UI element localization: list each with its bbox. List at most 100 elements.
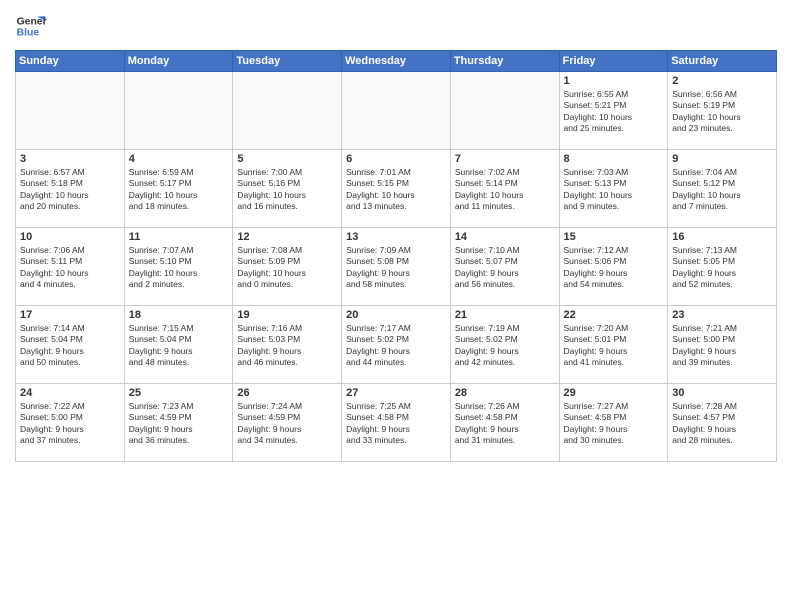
header-cell-saturday: Saturday — [668, 51, 777, 72]
header-cell-tuesday: Tuesday — [233, 51, 342, 72]
day-cell — [450, 72, 559, 150]
day-number: 21 — [455, 309, 555, 321]
day-cell: 20Sunrise: 7:17 AM Sunset: 5:02 PM Dayli… — [342, 306, 451, 384]
day-cell — [16, 72, 125, 150]
day-number: 29 — [564, 387, 664, 399]
day-cell: 19Sunrise: 7:16 AM Sunset: 5:03 PM Dayli… — [233, 306, 342, 384]
day-cell: 28 Sunrise: 7:26 AM Sunset: 4:58 PM Dayli… — [450, 384, 559, 462]
day-info: Sunrise: 7:17 AM Sunset: 5:02 PM Dayligh… — [346, 323, 446, 369]
day-cell — [124, 72, 233, 150]
day-info: Sunrise: 6:59 AM Sunset: 5:17 PM Dayligh… — [129, 167, 229, 213]
day-cell — [342, 72, 451, 150]
day-cell: 15Sunrise: 7:12 AM Sunset: 5:06 PM Dayli… — [559, 228, 668, 306]
day-cell: 21Sunrise: 7:19 AM Sunset: 5:02 PM Dayli… — [450, 306, 559, 384]
day-info: Sunrise: 7:20 AM Sunset: 5:01 PM Dayligh… — [564, 323, 664, 369]
day-info: Sunrise: 7:02 AM Sunset: 5:14 PM Dayligh… — [455, 167, 555, 213]
week-row-1: 1Sunrise: 6:55 AM Sunset: 5:21 PM Daylig… — [16, 72, 777, 150]
day-number: 14 — [455, 231, 555, 243]
day-number: 5 — [237, 153, 337, 165]
header-row: SundayMondayTuesdayWednesdayThursdayFrid… — [16, 51, 777, 72]
day-cell: 12 Sunrise: 7:08 AM Sunset: 5:09 PM Dayli… — [233, 228, 342, 306]
day-info: Sunrise: 7:07 AM Sunset: 5:10 PM Dayligh… — [129, 245, 229, 291]
week-row-5: 24 Sunrise: 7:22 AM Sunset: 5:00 PM Dayli… — [16, 384, 777, 462]
day-cell: 7 Sunrise: 7:02 AM Sunset: 5:14 PM Daylig… — [450, 150, 559, 228]
day-info: Sunrise: 7:03 AM Sunset: 5:13 PM Dayligh… — [564, 167, 664, 213]
day-number: 9 — [672, 153, 772, 165]
header: General Blue — [15, 10, 777, 42]
header-cell-wednesday: Wednesday — [342, 51, 451, 72]
day-number: 19 — [237, 309, 337, 321]
day-info: Sunrise: 7:06 AM Sunset: 5:11 PM Dayligh… — [20, 245, 120, 291]
day-number: 16 — [672, 231, 772, 243]
day-info: Sunrise: 6:57 AM Sunset: 5:18 PM Dayligh… — [20, 167, 120, 213]
day-cell: 30 Sunrise: 7:28 AM Sunset: 4:57 PM Dayli… — [668, 384, 777, 462]
day-number: 11 — [129, 231, 229, 243]
day-cell: 25 Sunrise: 7:23 AM Sunset: 4:59 PM Dayli… — [124, 384, 233, 462]
day-number: 3 — [20, 153, 120, 165]
day-number: 12 — [237, 231, 337, 243]
day-cell: 24 Sunrise: 7:22 AM Sunset: 5:00 PM Dayli… — [16, 384, 125, 462]
day-number: 6 — [346, 153, 446, 165]
day-info: Sunrise: 7:12 AM Sunset: 5:06 PM Dayligh… — [564, 245, 664, 291]
header-cell-thursday: Thursday — [450, 51, 559, 72]
day-info: Sunrise: 7:04 AM Sunset: 5:12 PM Dayligh… — [672, 167, 772, 213]
day-cell: 17 Sunrise: 7:14 AM Sunset: 5:04 PM Dayli… — [16, 306, 125, 384]
day-cell: 13Sunrise: 7:09 AM Sunset: 5:08 PM Dayli… — [342, 228, 451, 306]
day-info: Sunrise: 7:21 AM Sunset: 5:00 PM Dayligh… — [672, 323, 772, 369]
week-row-2: 3 Sunrise: 6:57 AM Sunset: 5:18 PM Daylig… — [16, 150, 777, 228]
day-info: Sunrise: 7:28 AM Sunset: 4:57 PM Dayligh… — [672, 401, 772, 447]
day-cell: 29Sunrise: 7:27 AM Sunset: 4:58 PM Dayli… — [559, 384, 668, 462]
day-info: Sunrise: 7:01 AM Sunset: 5:15 PM Dayligh… — [346, 167, 446, 213]
day-info: Sunrise: 7:15 AM Sunset: 5:04 PM Dayligh… — [129, 323, 229, 369]
day-cell: 27Sunrise: 7:25 AM Sunset: 4:58 PM Dayli… — [342, 384, 451, 462]
day-cell — [233, 72, 342, 150]
day-number: 25 — [129, 387, 229, 399]
day-number: 18 — [129, 309, 229, 321]
day-cell: 22 Sunrise: 7:20 AM Sunset: 5:01 PM Dayli… — [559, 306, 668, 384]
day-number: 17 — [20, 309, 120, 321]
day-info: Sunrise: 7:22 AM Sunset: 5:00 PM Dayligh… — [20, 401, 120, 447]
day-cell: 11 Sunrise: 7:07 AM Sunset: 5:10 PM Dayli… — [124, 228, 233, 306]
day-cell: 6 Sunrise: 7:01 AM Sunset: 5:15 PM Daylig… — [342, 150, 451, 228]
day-cell: 3 Sunrise: 6:57 AM Sunset: 5:18 PM Daylig… — [16, 150, 125, 228]
day-info: Sunrise: 7:26 AM Sunset: 4:58 PM Dayligh… — [455, 401, 555, 447]
day-cell: 4 Sunrise: 6:59 AM Sunset: 5:17 PM Daylig… — [124, 150, 233, 228]
day-number: 7 — [455, 153, 555, 165]
day-number: 28 — [455, 387, 555, 399]
day-cell: 26Sunrise: 7:24 AM Sunset: 4:59 PM Dayli… — [233, 384, 342, 462]
day-number: 2 — [672, 75, 772, 87]
day-info: Sunrise: 7:14 AM Sunset: 5:04 PM Dayligh… — [20, 323, 120, 369]
day-number: 22 — [564, 309, 664, 321]
day-cell: 8 Sunrise: 7:03 AM Sunset: 5:13 PM Daylig… — [559, 150, 668, 228]
day-cell: 23 Sunrise: 7:21 AM Sunset: 5:00 PM Dayli… — [668, 306, 777, 384]
day-info: Sunrise: 6:55 AM Sunset: 5:21 PM Dayligh… — [564, 89, 664, 135]
day-number: 4 — [129, 153, 229, 165]
day-cell: 16 Sunrise: 7:13 AM Sunset: 5:05 PM Dayli… — [668, 228, 777, 306]
page: General Blue SundayMondayTuesdayWednesda… — [0, 0, 792, 612]
day-info: Sunrise: 7:13 AM Sunset: 5:05 PM Dayligh… — [672, 245, 772, 291]
day-cell: 10 Sunrise: 7:06 AM Sunset: 5:11 PM Dayli… — [16, 228, 125, 306]
day-number: 24 — [20, 387, 120, 399]
day-info: Sunrise: 7:23 AM Sunset: 4:59 PM Dayligh… — [129, 401, 229, 447]
day-number: 10 — [20, 231, 120, 243]
day-cell: 9 Sunrise: 7:04 AM Sunset: 5:12 PM Daylig… — [668, 150, 777, 228]
day-info: Sunrise: 7:10 AM Sunset: 5:07 PM Dayligh… — [455, 245, 555, 291]
day-number: 23 — [672, 309, 772, 321]
day-cell: 2 Sunrise: 6:56 AM Sunset: 5:19 PM Daylig… — [668, 72, 777, 150]
logo-icon: General Blue — [15, 10, 47, 42]
day-number: 8 — [564, 153, 664, 165]
day-cell: 5Sunrise: 7:00 AM Sunset: 5:16 PM Daylig… — [233, 150, 342, 228]
week-row-4: 17 Sunrise: 7:14 AM Sunset: 5:04 PM Dayli… — [16, 306, 777, 384]
day-info: Sunrise: 7:08 AM Sunset: 5:09 PM Dayligh… — [237, 245, 337, 291]
day-number: 30 — [672, 387, 772, 399]
header-cell-friday: Friday — [559, 51, 668, 72]
day-info: Sunrise: 7:24 AM Sunset: 4:59 PM Dayligh… — [237, 401, 337, 447]
day-cell: 18 Sunrise: 7:15 AM Sunset: 5:04 PM Dayli… — [124, 306, 233, 384]
week-row-3: 10 Sunrise: 7:06 AM Sunset: 5:11 PM Dayli… — [16, 228, 777, 306]
day-info: Sunrise: 6:56 AM Sunset: 5:19 PM Dayligh… — [672, 89, 772, 135]
day-cell: 14 Sunrise: 7:10 AM Sunset: 5:07 PM Dayli… — [450, 228, 559, 306]
logo: General Blue — [15, 10, 51, 42]
calendar: SundayMondayTuesdayWednesdayThursdayFrid… — [15, 50, 777, 462]
day-info: Sunrise: 7:25 AM Sunset: 4:58 PM Dayligh… — [346, 401, 446, 447]
header-cell-monday: Monday — [124, 51, 233, 72]
